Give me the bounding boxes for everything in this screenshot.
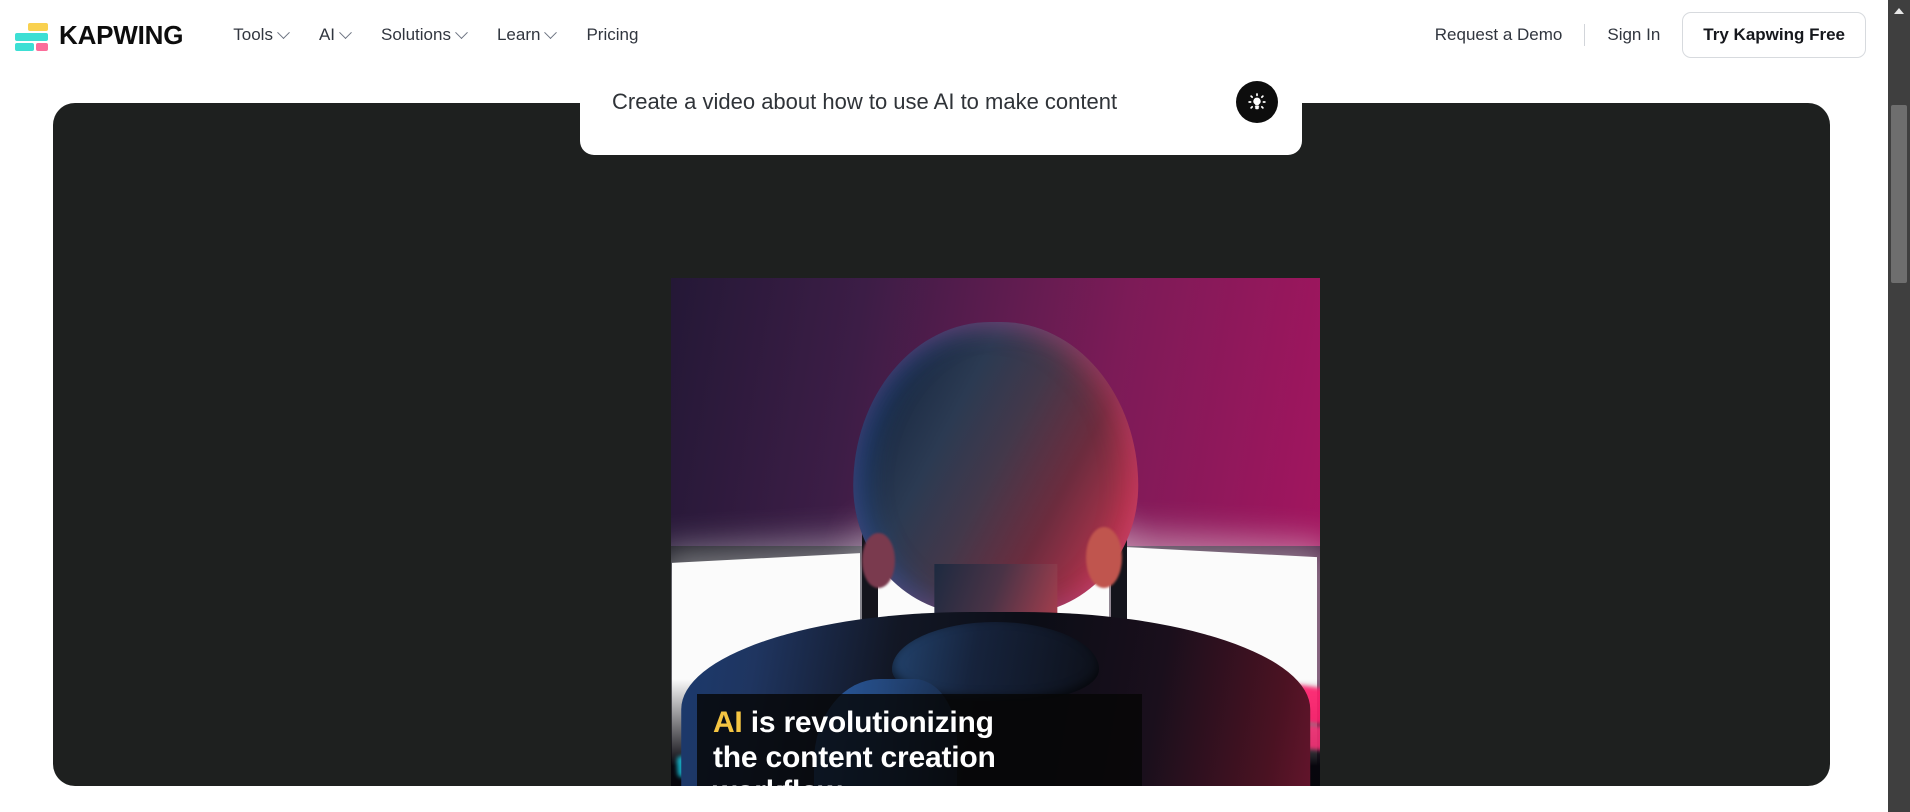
- page-root: KAPWING Tools AI Solutions Learn Pricing: [0, 0, 1910, 812]
- video-scene: AI is revolutionizing the content creati…: [671, 278, 1320, 786]
- video-caption-overlay: AI is revolutionizing the content creati…: [696, 694, 1142, 786]
- brand-name: KAPWING: [59, 19, 184, 50]
- nav-item-ai-label: AI: [318, 25, 336, 44]
- caption-line-1-rest: is revolutionizing: [742, 706, 994, 740]
- top-navigation-bar: KAPWING Tools AI Solutions Learn Pricing: [0, 0, 1910, 70]
- logo-bar-yellow: [28, 23, 48, 31]
- browser-scrollbar[interactable]: [1888, 0, 1910, 812]
- logo-bar-pink: [36, 43, 48, 51]
- nav-item-tools-label: Tools: [233, 25, 273, 44]
- person-ear-right: [1086, 527, 1123, 589]
- nav-item-pricing[interactable]: Pricing: [586, 25, 638, 45]
- nav-item-pricing-label: Pricing: [586, 25, 639, 44]
- chevron-down-icon: [277, 25, 290, 39]
- chevron-down-icon: [339, 25, 352, 39]
- nav-item-tools[interactable]: Tools: [233, 25, 290, 45]
- try-kapwing-free-button[interactable]: Try Kapwing Free: [1682, 12, 1866, 58]
- primary-nav-links: Tools AI Solutions Learn Pricing: [233, 25, 638, 45]
- nav-item-solutions[interactable]: Solutions: [381, 25, 468, 45]
- nav-item-ai[interactable]: AI: [318, 25, 352, 45]
- video-preview[interactable]: AI is revolutionizing the content creati…: [671, 278, 1320, 786]
- logo-bar-teal-bottom: [15, 43, 34, 51]
- demo-stage-panel: AI is revolutionizing the content creati…: [53, 103, 1830, 786]
- lightbulb-icon: [1246, 91, 1268, 113]
- scroll-up-arrow-icon[interactable]: [1894, 8, 1904, 14]
- secondary-nav-actions: Request a Demo Sign In Try Kapwing Free: [1435, 12, 1866, 58]
- logo-bar-teal-top: [15, 33, 48, 41]
- caption-line-2: the content creation: [712, 740, 996, 774]
- person-ear-left: [862, 533, 895, 589]
- caption-line-3: workflow.: [713, 775, 1128, 786]
- nav-item-learn-label: Learn: [496, 25, 541, 44]
- lightbulb-idea-button[interactable]: [1236, 80, 1278, 123]
- nav-item-solutions-label: Solutions: [381, 25, 451, 44]
- caption-line-1: AI is revolutionizing: [713, 706, 1128, 740]
- brand-logo-link[interactable]: KAPWING: [14, 20, 183, 51]
- request-a-demo-link[interactable]: Request a Demo: [1435, 25, 1563, 45]
- scrollbar-thumb[interactable]: [1891, 105, 1907, 283]
- nav-item-learn[interactable]: Learn: [496, 25, 558, 45]
- chevron-down-icon: [455, 25, 468, 39]
- sign-in-link[interactable]: Sign In: [1607, 25, 1660, 45]
- nav-divider: [1584, 24, 1586, 46]
- kapwing-logo-icon: [14, 20, 48, 51]
- caption-highlight-word: AI: [712, 706, 743, 740]
- prompt-input[interactable]: Create a video about how to use AI to ma…: [612, 89, 1236, 115]
- chevron-down-icon: [544, 25, 558, 39]
